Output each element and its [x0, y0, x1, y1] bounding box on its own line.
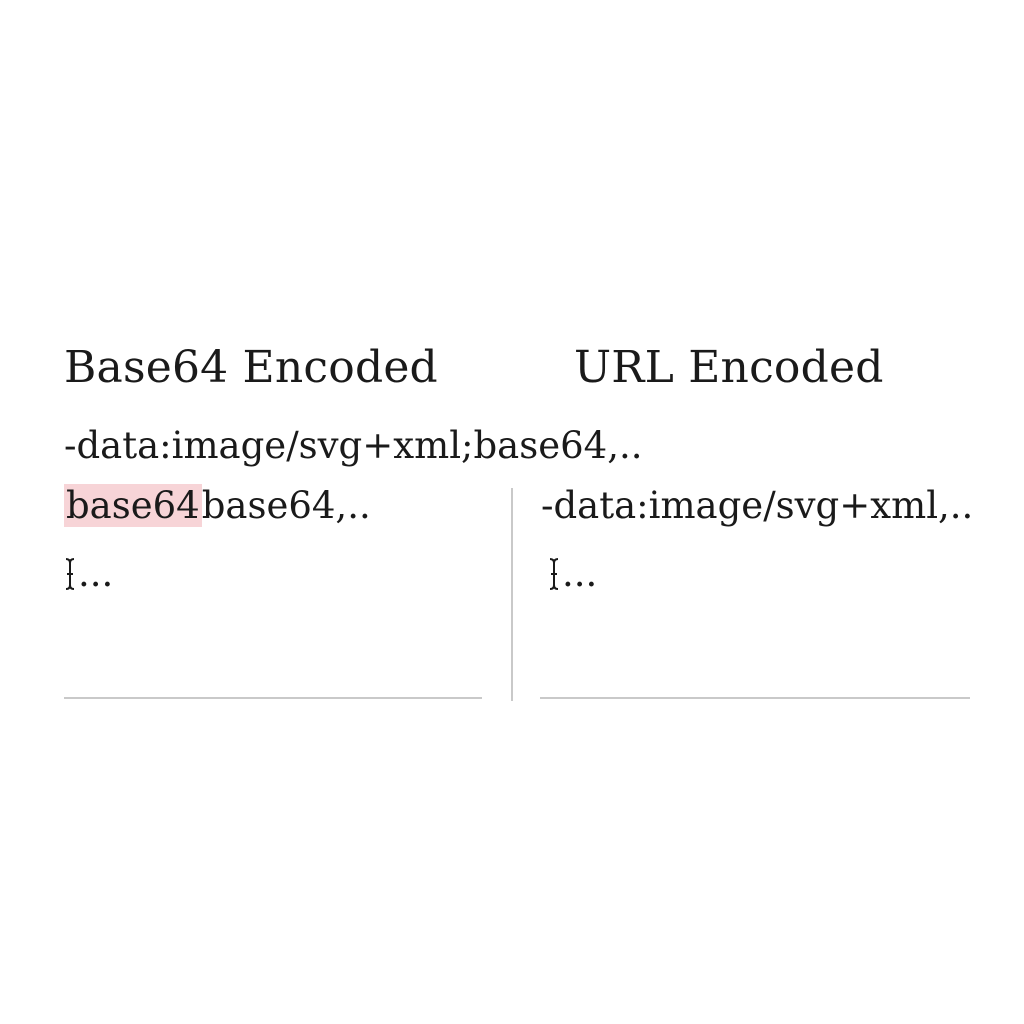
url-encoded-cursor-row[interactable]: ... — [548, 550, 597, 598]
panel-divider — [511, 488, 513, 701]
url-encoded-data-uri-line: -data:image/svg+xml,.. — [541, 484, 974, 527]
base64-selection-line[interactable]: base64base64,.. — [64, 482, 371, 530]
base64-panel-underline — [64, 697, 482, 699]
base64-line-rest: base64,.. — [201, 484, 371, 527]
base64-heading: Base64 Encoded — [64, 342, 438, 393]
text-cursor-icon — [64, 556, 76, 592]
encoding-comparison-page: Base64 Encoded URL Encoded -data:image/s… — [0, 0, 1024, 1024]
url-encoded-ellipsis: ... — [562, 552, 598, 595]
url-encoded-panel-underline — [540, 697, 970, 699]
base64-data-uri-line: -data:image/svg+xml;base64,.. — [64, 424, 643, 467]
selected-text-highlight[interactable]: base64 — [64, 484, 202, 527]
text-cursor-icon — [548, 556, 560, 592]
base64-cursor-row[interactable]: ... — [64, 550, 113, 598]
url-encoded-heading: URL Encoded — [574, 342, 884, 393]
base64-ellipsis: ... — [78, 552, 114, 595]
